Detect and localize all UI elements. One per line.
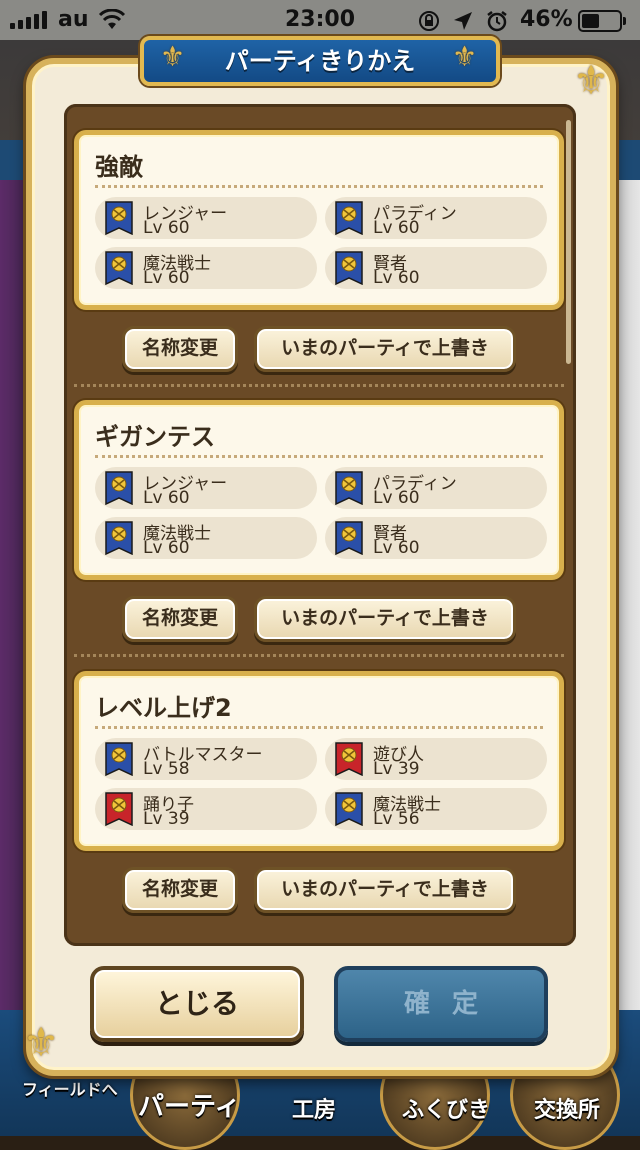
paladin-emblem-icon: [335, 201, 363, 235]
party-member: 賢者 Lv 60: [325, 247, 547, 289]
party-member: バトルマスター Lv 58: [95, 738, 317, 780]
confirm-button[interactable]: 確定: [334, 966, 548, 1042]
top-right-ornament-icon: ⚜: [573, 58, 609, 104]
list-scrollbar[interactable]: [566, 120, 571, 364]
gadabout-emblem-icon: [335, 742, 363, 776]
nav-exchange[interactable]: 交換所: [534, 1092, 600, 1124]
party-member: 魔法戦士 Lv 60: [95, 247, 317, 289]
battle-master-emblem-icon: [105, 742, 133, 776]
magic-warrior-emblem-icon: [105, 521, 133, 555]
member-level: Lv 60: [373, 218, 420, 238]
sage-emblem-icon: [335, 521, 363, 555]
battery-icon: [578, 10, 626, 32]
ranger-emblem-icon: [105, 471, 133, 505]
party-member: レンジャー Lv 60: [95, 467, 317, 509]
overwrite-button[interactable]: いまのパーティで上書き: [254, 867, 516, 913]
dancer-emblem-icon: [105, 792, 133, 826]
dialog-title-banner: パーティきりかえ: [140, 36, 500, 86]
member-level: Lv 60: [373, 488, 420, 508]
party-name: ギガンテス: [95, 423, 215, 451]
paladin-emblem-icon: [335, 471, 363, 505]
nav-party[interactable]: パーティ: [138, 1086, 240, 1123]
party-card[interactable]: 強敵レンジャー Lv 60 パラディン Lv 60 魔法戦士 Lv 60 賢者 Lv 60: [74, 130, 564, 310]
magic-warrior-emblem-icon: [105, 251, 133, 285]
rename-button[interactable]: 名称変更: [122, 867, 238, 913]
rename-button[interactable]: 名称変更: [122, 326, 238, 372]
rename-button[interactable]: 名称変更: [122, 596, 238, 642]
party-member: パラディン Lv 60: [325, 197, 547, 239]
status-bar: au 23:00 46%: [0, 0, 640, 40]
rotation-lock-icon: [419, 11, 439, 31]
member-level: Lv 60: [143, 488, 190, 508]
party-member: 賢者 Lv 60: [325, 517, 547, 559]
nav-field[interactable]: フィールドへ: [22, 1076, 118, 1100]
party-divider: [95, 455, 543, 458]
alarm-icon: [487, 11, 507, 32]
dialog-title: パーティきりかえ: [224, 47, 416, 75]
party-member: 魔法戦士 Lv 60: [95, 517, 317, 559]
location-arrow-icon: [454, 12, 472, 30]
battery-percent: 46%: [520, 7, 573, 32]
member-level: Lv 58: [143, 759, 190, 779]
party-card[interactable]: ギガンテスレンジャー Lv 60 パラディン Lv 60 魔法戦士 Lv 60 賢者 Lv 6…: [74, 400, 564, 580]
party-member: 魔法戦士 Lv 56: [325, 788, 547, 830]
overwrite-button[interactable]: いまのパーティで上書き: [254, 326, 516, 372]
party-divider: [95, 185, 543, 188]
party-name: 強敵: [95, 153, 143, 181]
block-divider: [74, 384, 564, 387]
close-button[interactable]: とじる: [90, 966, 304, 1042]
party-card[interactable]: レベル上げ2 バトルマスター Lv 58 遊び人 Lv 39 踊り子 Lv 39 魔法戦士 Lv…: [74, 671, 564, 851]
block-divider: [74, 654, 564, 657]
member-level: Lv 39: [373, 759, 420, 779]
party-member: パラディン Lv 60: [325, 467, 547, 509]
member-level: Lv 60: [143, 218, 190, 238]
overwrite-button[interactable]: いまのパーティで上書き: [254, 596, 516, 642]
nav-workshop[interactable]: 工房: [292, 1092, 336, 1124]
sage-emblem-icon: [335, 251, 363, 285]
nav-gacha[interactable]: ふくびき: [402, 1092, 490, 1124]
member-level: Lv 56: [373, 809, 420, 829]
party-member: レンジャー Lv 60: [95, 197, 317, 239]
member-level: Lv 39: [143, 809, 190, 829]
bottom-left-ornament-icon: ⚜: [23, 1020, 59, 1066]
member-level: Lv 60: [143, 268, 190, 288]
party-name: レベル上げ2: [95, 694, 232, 722]
party-member: 遊び人 Lv 39: [325, 738, 547, 780]
member-level: Lv 60: [143, 538, 190, 558]
fleur-right-icon: ⚜: [452, 40, 478, 73]
magic-warrior-emblem-icon: [335, 792, 363, 826]
fleur-left-icon: ⚜: [160, 40, 186, 73]
ranger-emblem-icon: [105, 201, 133, 235]
party-member: 踊り子 Lv 39: [95, 788, 317, 830]
member-level: Lv 60: [373, 538, 420, 558]
party-divider: [95, 726, 543, 729]
member-level: Lv 60: [373, 268, 420, 288]
